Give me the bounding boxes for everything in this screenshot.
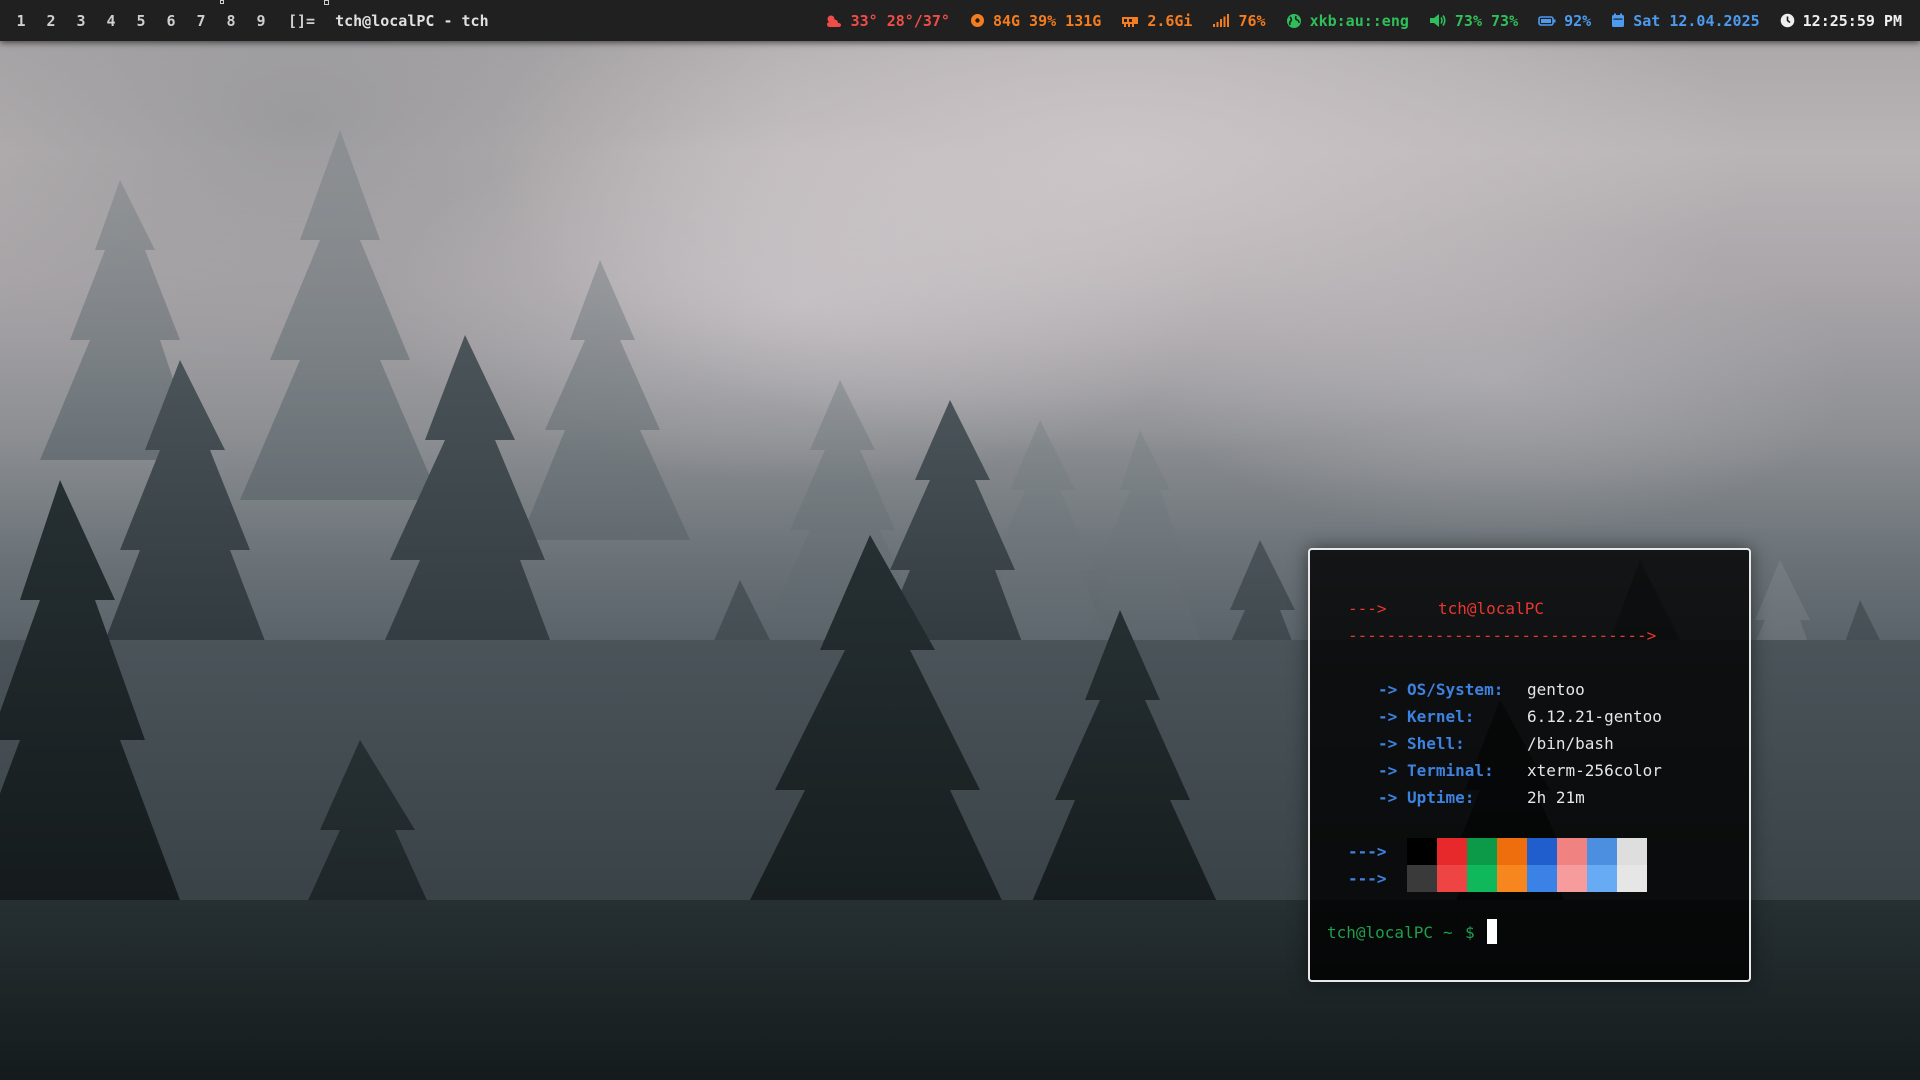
disk-icon — [970, 14, 984, 27]
header-user-host: tch@localPC — [1438, 599, 1544, 618]
color-swatch — [1437, 865, 1467, 892]
tag-label: 4 — [106, 11, 116, 30]
info-arrow: -> — [1378, 788, 1398, 807]
info-label-uptime: Uptime: — [1407, 788, 1475, 807]
color-swatch — [1587, 838, 1617, 865]
workspace-tags: 1 2 3 4 5 6 7 8 9 — [6, 0, 276, 30]
color-swatch — [1407, 865, 1437, 892]
status-blocks: 33° 28°/37° 84G 39% 131G 2.6Gi 76% xkb:a… — [805, 12, 1902, 30]
color-swatch — [1467, 838, 1497, 865]
tag-5[interactable]: 5 — [126, 12, 156, 30]
tag-2[interactable]: 2 — [36, 12, 66, 30]
layout-indicator[interactable]: []= — [288, 0, 329, 30]
disk-text: 84G 39% 131G — [992, 11, 1102, 30]
palette-row-normal — [1407, 838, 1647, 865]
calendar-icon — [1612, 13, 1625, 27]
memory-text: 2.6Gi — [1147, 11, 1193, 30]
palette-row-bright — [1407, 865, 1647, 892]
tag-8[interactable]: 8 — [216, 0, 246, 30]
keyboard-layout-text: xkb:au::eng — [1309, 11, 1409, 30]
prompt-path: ~ — [1443, 923, 1453, 942]
info-label-shell: Shell: — [1407, 734, 1465, 753]
tag-label: 7 — [196, 11, 206, 30]
separator-line: -------------------------------> — [1348, 626, 1657, 645]
time-text: 12:25:59 PM — [1802, 11, 1902, 30]
signal-bars-icon — [1213, 14, 1230, 27]
battery-icon — [1538, 15, 1556, 26]
color-swatch — [1557, 865, 1587, 892]
tag-7[interactable]: 7 — [186, 12, 216, 30]
globe-icon — [1286, 13, 1301, 28]
info-arrow: -> — [1378, 761, 1398, 780]
desktop: 1 2 3 4 5 6 7 8 9 []= tch@localPC - tch … — [0, 0, 1920, 1080]
battery-text: 92% — [1564, 11, 1592, 30]
info-label-terminal: Terminal: — [1407, 761, 1494, 780]
color-swatch — [1617, 838, 1647, 865]
tag-4[interactable]: 4 — [96, 12, 126, 30]
cpu-block[interactable]: 76% — [1212, 11, 1266, 30]
info-label-kernel: Kernel: — [1407, 707, 1475, 726]
date-block[interactable]: Sat 12.04.2025 — [1611, 11, 1760, 30]
tag-3[interactable]: 3 — [66, 12, 96, 30]
weather-text: 33° 28°/37° — [850, 11, 950, 30]
color-palette — [1407, 838, 1647, 892]
tag-label: 3 — [76, 11, 86, 30]
cpu-text: 76% — [1238, 11, 1266, 30]
terminal-window[interactable]: ---> tch@localPC -----------------------… — [1308, 548, 1751, 982]
occupied-indicator — [220, 0, 224, 4]
prompt-symbol: $ — [1465, 923, 1475, 942]
info-label-os: OS/System: — [1407, 680, 1504, 699]
color-swatch — [1407, 838, 1437, 865]
info-value-uptime: 2h 21m — [1527, 788, 1585, 807]
info-value-shell: /bin/bash — [1527, 734, 1614, 753]
info-value-terminal: xterm-256color — [1527, 761, 1662, 780]
info-arrow: -> — [1378, 734, 1398, 753]
occupied-indicator — [324, 0, 329, 5]
weather-block[interactable]: 33° 28°/37° — [825, 12, 950, 30]
window-title: tch@localPC - tch — [335, 11, 489, 30]
palette-arrow: ---> — [1348, 869, 1387, 888]
info-value-kernel: 6.12.21-gentoo — [1527, 707, 1662, 726]
color-swatch — [1617, 865, 1647, 892]
header-arrow: ---> — [1348, 599, 1387, 618]
tag-label: 9 — [256, 11, 266, 30]
prompt-user-host: tch@localPC — [1327, 923, 1433, 942]
color-swatch — [1557, 838, 1587, 865]
palette-arrow: ---> — [1348, 842, 1387, 861]
color-swatch — [1467, 865, 1497, 892]
volume-block[interactable]: 73% 73% — [1429, 12, 1518, 30]
tag-label: 6 — [166, 11, 176, 30]
tag-9[interactable]: 9 — [246, 12, 276, 30]
cloud-sun-icon — [826, 15, 841, 27]
color-swatch — [1497, 838, 1527, 865]
battery-block[interactable]: 92% — [1538, 12, 1591, 30]
clock-icon — [1780, 13, 1794, 28]
color-swatch — [1527, 838, 1557, 865]
tag-6[interactable]: 6 — [156, 12, 186, 30]
top-bar: 1 2 3 4 5 6 7 8 9 []= tch@localPC - tch … — [0, 0, 1920, 41]
clock-block[interactable]: 12:25:59 PM — [1780, 12, 1902, 30]
color-swatch — [1587, 865, 1617, 892]
keyboard-layout-block[interactable]: xkb:au::eng — [1286, 12, 1409, 30]
tag-label: 8 — [226, 11, 236, 30]
memory-block[interactable]: 2.6Gi — [1121, 12, 1192, 30]
layout-symbol: []= — [288, 11, 316, 30]
tag-1[interactable]: 1 — [6, 12, 36, 30]
color-swatch — [1437, 838, 1467, 865]
tag-label: 5 — [136, 11, 146, 30]
info-value-os: gentoo — [1527, 680, 1585, 699]
info-arrow: -> — [1378, 680, 1398, 699]
volume-text: 73% 73% — [1454, 11, 1519, 30]
color-swatch — [1527, 865, 1557, 892]
memory-icon — [1122, 16, 1139, 27]
disk-block[interactable]: 84G 39% 131G — [970, 12, 1101, 30]
color-swatch — [1497, 865, 1527, 892]
tag-label: 1 — [16, 11, 26, 30]
terminal-cursor — [1487, 919, 1497, 944]
tag-label: 2 — [46, 11, 56, 30]
speaker-icon — [1429, 14, 1446, 27]
date-text: Sat 12.04.2025 — [1633, 11, 1760, 30]
info-arrow: -> — [1378, 707, 1398, 726]
